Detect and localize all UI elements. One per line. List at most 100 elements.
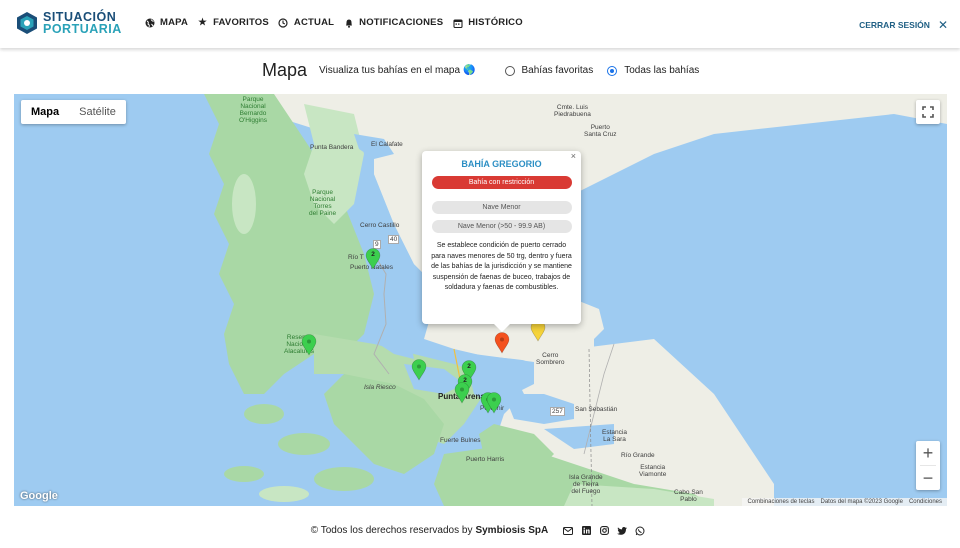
place-label: Cerro Sombrero (536, 352, 565, 366)
place-label: Río T (348, 254, 364, 261)
brand-logo[interactable]: SITUACIÓN PORTUARIA (16, 11, 122, 35)
whatsapp-icon[interactable] (635, 526, 645, 536)
place-label: Parque Nacional Bernardo O'Higgins (239, 96, 267, 124)
bay-marker[interactable] (454, 382, 470, 404)
logout-label: CERRAR SESIÓN (859, 20, 930, 30)
nav-label: HISTÓRICO (468, 17, 523, 28)
zoom-in-button[interactable]: + (916, 441, 940, 465)
fullscreen-button[interactable] (916, 100, 940, 124)
place-label: Parque Nacional Torres del Paine (309, 189, 337, 217)
map-type-control: Mapa Satélite (21, 100, 126, 124)
zoom-control: + − (916, 441, 940, 490)
page-title: Mapa (262, 60, 308, 80)
place-label: Estancia Viamonte (639, 464, 667, 478)
main-nav: MAPA ★ FAVORITOS ACTUAL NOTIFICACIONES H… (144, 17, 532, 28)
radio-todas-las-bahias[interactable]: Todas las bahías (607, 65, 699, 76)
place-label: Estancia La Sara (602, 429, 627, 443)
radio-bahias-favoritas[interactable]: Bahías favoritas (504, 65, 594, 76)
nav-item-actual[interactable]: ACTUAL (278, 17, 334, 28)
place-label: Isla Riesco (364, 384, 396, 391)
vessel-size-tag: Nave Menor (>50 - 99.9 AB) (431, 220, 572, 233)
brand-name: SITUACIÓN PORTUARIA (43, 11, 122, 36)
map-type-map-button[interactable]: Mapa (21, 100, 69, 124)
road-shield: 40 (388, 235, 400, 244)
pin-shape (486, 392, 502, 414)
road-shield: 257 (550, 407, 565, 416)
terms-link[interactable]: Condiciones (909, 499, 942, 505)
page-header: Mapa Visualiza tus bahías en el mapa 🌎 B… (262, 60, 699, 81)
hexagon-logo-icon (17, 12, 37, 34)
bay-marker-cluster[interactable]: 2 (365, 248, 381, 270)
top-navbar: SITUACIÓN PORTUARIA MAPA ★ FAVORITOS ACT… (0, 0, 960, 48)
place-label: Puerto Santa Cruz (584, 124, 617, 138)
pin-shape (411, 359, 427, 381)
globe-emoji-icon: 🌎 (463, 65, 476, 76)
nav-label: FAVORITOS (213, 17, 269, 28)
place-label: Puerto Harris (466, 456, 505, 463)
place-label: Fuerte Bulnes (440, 437, 481, 444)
popup-close-button[interactable]: × (571, 151, 576, 161)
social-links (559, 526, 649, 536)
instagram-icon[interactable] (599, 526, 609, 536)
bay-marker[interactable] (301, 334, 317, 356)
radio-circle-selected[interactable] (607, 65, 618, 76)
map-pin-icon (454, 382, 470, 404)
company-name: Symbiosis SpA (475, 525, 549, 536)
place-label: San Sebastián (575, 406, 618, 413)
place-label: Isla Grande de Tierra del Fuego (569, 474, 603, 495)
bay-marker[interactable] (411, 359, 427, 381)
map-pin-icon (301, 334, 317, 356)
map-data-text: Datos del mapa ©2023 Google (820, 499, 903, 505)
map-pin-icon (486, 392, 502, 414)
marker-count: 2 (371, 251, 375, 258)
marker-count: 2 (467, 363, 471, 370)
pin-shape (494, 332, 510, 354)
place-label: Cmte. Luis Piedrabuena (554, 104, 591, 118)
map-attribution: Combinaciones de teclas Datos del mapa ©… (742, 498, 947, 506)
popup-title: BAHÍA GREGORIO (461, 159, 542, 169)
nav-label: NOTIFICACIONES (359, 17, 444, 28)
close-icon: ✕ (937, 18, 948, 32)
place-label: Cabo San Pablo (674, 489, 703, 503)
linkedin-icon[interactable] (581, 526, 591, 536)
map-pin-icon (411, 359, 427, 381)
place-label: Punta Bandera (310, 144, 354, 151)
nav-item-mapa[interactable]: MAPA (144, 17, 188, 28)
fullscreen-icon (922, 106, 934, 118)
calendar-icon (452, 17, 463, 28)
status-badge: Bahía con restricción (431, 176, 572, 189)
nav-item-favoritos[interactable]: ★ FAVORITOS (197, 17, 269, 28)
globe-icon (144, 17, 155, 28)
mail-icon[interactable] (563, 526, 574, 536)
map-pin-icon (494, 332, 510, 354)
brand-line2: PORTUARIA (43, 22, 122, 36)
place-label: El Calafate (371, 141, 403, 148)
zoom-out-button[interactable]: − (916, 466, 940, 490)
bay-marker[interactable] (486, 392, 502, 414)
star-icon: ★ (198, 17, 207, 28)
clock-refresh-icon (278, 17, 289, 28)
keyboard-shortcuts-link[interactable]: Combinaciones de teclas (747, 499, 814, 505)
nav-label: ACTUAL (293, 17, 335, 28)
bay-info-popup: × BAHÍA GREGORIO Bahía con restricción N… (422, 151, 581, 332)
bay-marker-selected[interactable] (494, 332, 510, 354)
footer: © Todos los derechos reservados by Symbi… (0, 525, 960, 536)
bell-icon (343, 17, 354, 28)
pin-shape (454, 382, 470, 404)
pin-shape (301, 334, 317, 356)
map-canvas[interactable]: Parque Nacional Bernardo O'Higgins Cmte.… (14, 94, 947, 506)
copyright-text: © Todos los derechos reservados by (310, 525, 473, 536)
vessel-tag: Nave Menor (431, 201, 572, 214)
radio-label: Bahías favoritas (521, 65, 594, 76)
nav-label: MAPA (160, 17, 189, 28)
popup-description: Se establece condición de puerto cerrado… (431, 242, 572, 291)
nav-item-historico[interactable]: HISTÓRICO (452, 17, 523, 28)
place-label: Río Grande (621, 452, 655, 459)
nav-item-notificaciones[interactable]: NOTIFICACIONES (343, 17, 443, 28)
logout-button[interactable]: CERRAR SESIÓN ✕ (859, 18, 948, 32)
twitter-icon[interactable] (617, 526, 628, 536)
radio-circle[interactable] (504, 65, 515, 76)
map-type-satellite-button[interactable]: Satélite (69, 100, 126, 124)
page-subtitle: Visualiza tus bahías en el mapa (319, 65, 461, 76)
google-logo: Google (20, 490, 58, 502)
